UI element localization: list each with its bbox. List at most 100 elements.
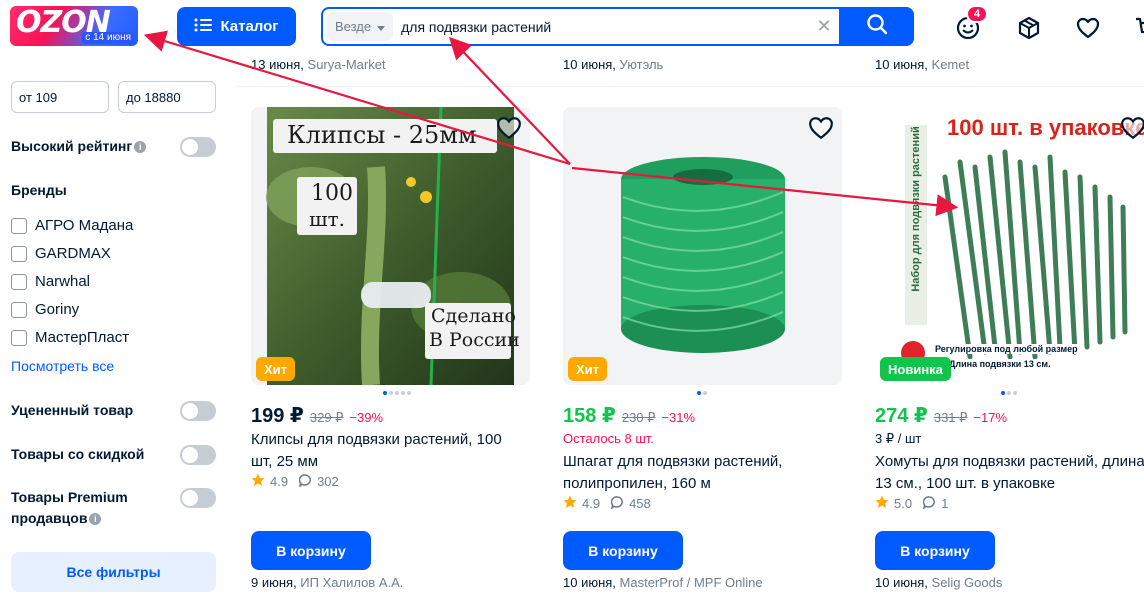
- brand-checkbox-item[interactable]: АГРО Мадана: [11, 217, 133, 234]
- product-title[interactable]: Хомуты для подвязки растений, длина 13 с…: [875, 451, 1144, 495]
- premium-label: Товары Premium: [11, 489, 128, 505]
- image-caption: Набор для подвязки растений: [910, 126, 922, 292]
- checkbox[interactable]: [11, 217, 27, 234]
- discount: −31%: [661, 410, 696, 425]
- discounted-toggle[interactable]: [180, 400, 216, 421]
- brand-checkbox-item[interactable]: Narwhal: [11, 273, 90, 290]
- info-icon[interactable]: i: [89, 513, 102, 525]
- all-filters-button[interactable]: Все фильтры: [11, 552, 216, 592]
- add-to-cart-button[interactable]: В корзину: [563, 531, 683, 570]
- reviews-icon: [298, 473, 312, 490]
- favorite-heart-icon[interactable]: [496, 115, 522, 141]
- premium-sellers-filter: Товары Premium продавцов i: [11, 487, 216, 529]
- brand-checkbox-item[interactable]: МастерПласт: [11, 329, 129, 346]
- product-image[interactable]: Клипсы - 25мм 100 шт. Сделано В России Х…: [251, 107, 530, 385]
- image-caption: Сделано: [431, 305, 516, 327]
- price-line: 158 ₽ 230 ₽ −31%: [563, 403, 695, 428]
- brand-checkbox-item[interactable]: Goriny: [11, 301, 79, 318]
- search-bar: Везде ✕: [321, 7, 914, 46]
- hit-tag: Хит: [256, 357, 296, 381]
- brand-label: МастерПласт: [35, 329, 130, 346]
- hit-tag: Хит: [568, 357, 608, 381]
- clear-icon[interactable]: ✕: [809, 16, 839, 37]
- image-pager[interactable]: [383, 391, 411, 395]
- row-divider: [236, 86, 1144, 87]
- ozon-logo[interactable]: OZON с 14 июня: [10, 6, 138, 46]
- old-price: 230 ₽: [621, 410, 656, 425]
- catalog-label: Каталог: [220, 18, 279, 35]
- product-image[interactable]: 100 шт. в упаковке Набор для подвязки ра…: [875, 107, 1144, 385]
- caret-down-icon: [377, 19, 386, 34]
- reviews-icon: [922, 495, 936, 512]
- reviews-icon: [610, 495, 624, 512]
- checkbox[interactable]: [11, 301, 27, 318]
- premium-toggle[interactable]: [180, 488, 216, 508]
- price-line: 274 ₽ 331 ₽ −17%: [875, 403, 1007, 428]
- favorites-heart-icon[interactable]: [1074, 14, 1102, 42]
- see-all-brands-link[interactable]: Посмотреть все: [11, 358, 114, 374]
- sale-toggle[interactable]: [180, 444, 216, 465]
- info-icon[interactable]: i: [134, 141, 147, 153]
- high-rating-label: Высокий рейтинг: [11, 138, 133, 154]
- seller-link[interactable]: ИП Халилов А.А.: [300, 575, 403, 590]
- seller-link[interactable]: Selig Goods: [932, 575, 1003, 590]
- image-caption: шт.: [309, 207, 346, 231]
- brand-label: Narwhal: [35, 273, 91, 290]
- rating: 4.9 302: [251, 473, 339, 490]
- image-pager[interactable]: [1001, 391, 1017, 395]
- reviews-count[interactable]: 1: [941, 496, 948, 511]
- seller-link[interactable]: Surya-Market: [308, 57, 386, 72]
- search-button[interactable]: [839, 7, 914, 46]
- discounted-filter: Уцененный товар: [11, 400, 216, 421]
- catalog-button[interactable]: Каталог: [177, 7, 296, 46]
- checkbox[interactable]: [11, 245, 27, 262]
- price-from-input[interactable]: от 109: [11, 81, 109, 113]
- twine-photo: [563, 107, 842, 385]
- search-input[interactable]: [393, 18, 809, 35]
- delivery-date: 10 июня,: [875, 575, 932, 590]
- seller-link[interactable]: Kemet: [932, 57, 970, 72]
- delivery-info: 9 июня, ИП Халилов А.А.: [251, 575, 403, 590]
- product-title[interactable]: Шпагат для подвязки растений, полипропил…: [563, 451, 833, 495]
- price-to-input[interactable]: до 18880: [118, 81, 216, 113]
- image-caption: 100: [311, 181, 353, 206]
- seller-link[interactable]: Уютэль: [620, 57, 664, 72]
- unit-price: 3 ₽ / шт: [875, 431, 922, 446]
- high-rating-filter: Высокий рейтинг i: [11, 136, 216, 157]
- add-to-cart-button[interactable]: В корзину: [251, 531, 371, 570]
- filters-sidebar: от 109 до 18880 Высокий рейтинг i Бренды …: [0, 56, 230, 609]
- reviews-count[interactable]: 458: [629, 496, 651, 511]
- brands-title: Бренды: [11, 182, 67, 198]
- high-rating-toggle[interactable]: [180, 136, 216, 157]
- search-icon: [866, 13, 888, 40]
- image-caption: Клипсы - 25мм: [287, 121, 477, 149]
- cart-icon[interactable]: [1132, 14, 1144, 42]
- delivery-date: 9 июня,: [251, 575, 301, 590]
- stock-note: Осталось 8 шт.: [563, 431, 654, 446]
- image-caption: Длина подвязки 13 см.: [949, 359, 1051, 369]
- product-image[interactable]: Хит: [563, 107, 842, 385]
- price-range: от 109 до 18880: [11, 81, 216, 113]
- rating: 4.9 458: [563, 495, 651, 512]
- delivery-info: 10 июня, Selig Goods: [875, 575, 1002, 590]
- image-pager[interactable]: [697, 391, 707, 395]
- discounted-label: Уцененный товар: [11, 402, 134, 418]
- checkbox[interactable]: [11, 329, 27, 346]
- seller-link[interactable]: MasterProf / MPF Online: [620, 575, 763, 590]
- favorite-heart-icon[interactable]: [1120, 115, 1144, 141]
- checkbox[interactable]: [11, 273, 27, 290]
- rating: 5.0 1: [875, 495, 948, 512]
- add-to-cart-button[interactable]: В корзину: [875, 531, 995, 570]
- product-title[interactable]: Клипсы для подвязки растений, 100 шт, 25…: [251, 429, 521, 473]
- logo-subtitle: с 14 июня: [82, 32, 134, 44]
- reviews-count[interactable]: 302: [317, 474, 339, 489]
- search-scope-select[interactable]: Везде: [327, 12, 394, 41]
- price: 199 ₽: [251, 405, 304, 427]
- brand-checkbox-item[interactable]: GARDMAX: [11, 245, 111, 262]
- header: OZON с 14 июня Каталог Везде ✕ 4: [0, 0, 1144, 56]
- favorite-heart-icon[interactable]: [808, 115, 834, 141]
- price-line: 199 ₽ 329 ₽ −39%: [251, 403, 383, 428]
- orders-box-icon[interactable]: [1015, 14, 1043, 42]
- sale-filter: Товары со скидкой: [11, 444, 216, 465]
- product-card: 100 шт. в упаковке Набор для подвязки ра…: [875, 107, 1144, 597]
